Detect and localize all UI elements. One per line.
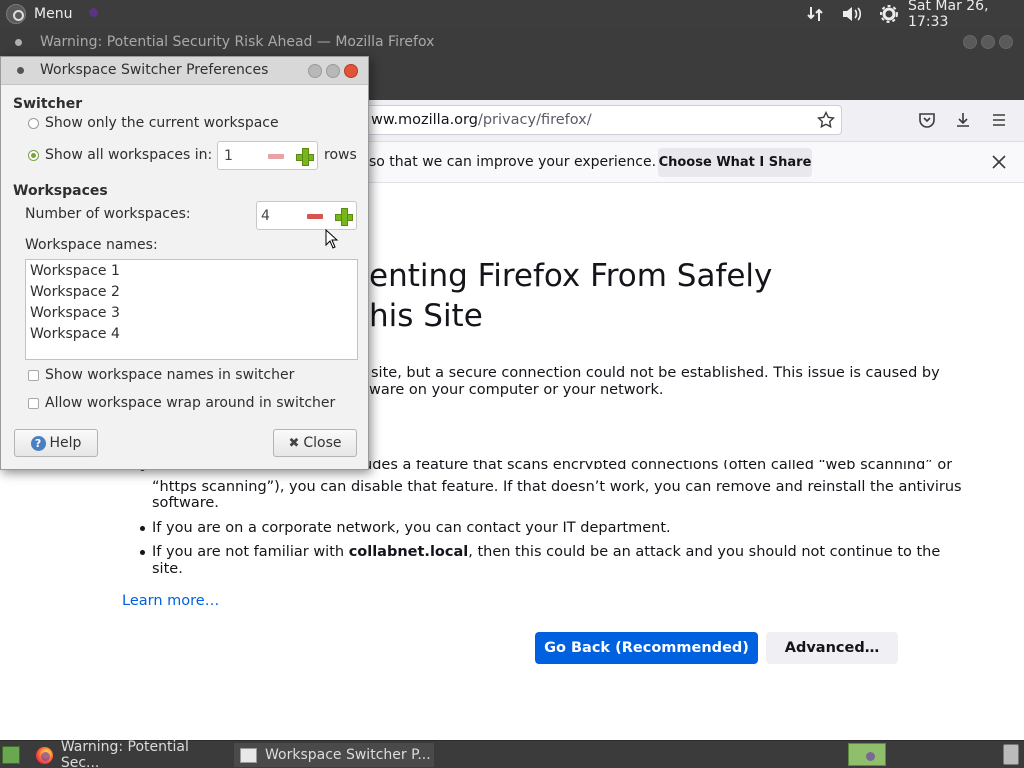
radio-all-workspaces[interactable] [28, 150, 39, 161]
taskbar: Warning: Potential Sec... Workspace Swit… [0, 739, 1024, 768]
bullet-dot [140, 550, 145, 555]
choose-what-i-share-button[interactable]: Choose What I Share [658, 148, 812, 177]
workspace-names-list[interactable]: Workspace 1 Workspace 2 Workspace 3 Work… [25, 259, 358, 360]
firefox-window-title: Warning: Potential Security Risk Ahead —… [40, 34, 435, 50]
maximize-icon[interactable] [326, 64, 340, 78]
downloads-icon[interactable] [954, 111, 972, 133]
help-icon: ? [30, 435, 46, 451]
bullet3-post: , then this could be an attack and you s… [468, 544, 941, 560]
list-item[interactable]: Workspace 4 [30, 326, 120, 342]
task-firefox-label: Warning: Potential Sec... [60, 739, 189, 768]
help-label: Help [49, 435, 82, 451]
workspaces-heading: Workspaces [13, 183, 108, 199]
url-host: ww.mozilla.org [371, 112, 478, 128]
close-icon[interactable] [344, 64, 358, 78]
list-item[interactable]: Workspace 3 [30, 305, 120, 321]
volume-icon[interactable] [841, 4, 863, 24]
switcher-heading: Switcher [13, 96, 83, 112]
url-path: /privacy/firefox/ [477, 112, 592, 128]
bullet1-line2: “https scanning”), you can disable that … [152, 479, 962, 495]
bookmark-star-icon[interactable] [816, 110, 836, 133]
url-bar[interactable]: ww.mozilla.org/privacy/firefox/ [360, 105, 842, 135]
workspaces-increment-button[interactable] [330, 204, 356, 228]
window-menu-icon[interactable] [15, 39, 22, 46]
linux-mint-menu-icon [6, 4, 26, 24]
intro-line2: ware on your computer or your network. [369, 382, 664, 398]
bullet3: If you are not familiar with collabnet.l… [152, 544, 940, 561]
num-workspaces-value[interactable]: 4 [261, 208, 270, 224]
show-desktop-icon[interactable] [2, 746, 20, 764]
close-notification-icon[interactable] [991, 154, 1007, 174]
dialog-window-icon [240, 747, 257, 763]
trash-icon[interactable] [1003, 744, 1019, 765]
wrap-around-label[interactable]: Allow workspace wrap around in switcher [45, 395, 335, 411]
minimize-icon[interactable] [308, 64, 322, 78]
firefox-icon [36, 746, 53, 764]
minimize-icon[interactable] [963, 35, 977, 49]
menu-label: Menu [34, 6, 73, 22]
dialog-title: Workspace Switcher Preferences [40, 62, 269, 78]
option-current-label[interactable]: Show only the current workspace [45, 115, 279, 131]
rows-increment-button[interactable] [291, 144, 317, 168]
task-workspace-switcher[interactable]: Workspace Switcher P... [234, 743, 434, 767]
list-item[interactable]: Workspace 2 [30, 284, 120, 300]
num-workspaces-label: Number of workspaces: [25, 206, 191, 222]
learn-more-link[interactable]: Learn more… [122, 593, 219, 610]
bullet3-pre: If you are not familiar with [152, 544, 349, 560]
dialog-menu-icon[interactable] [17, 67, 24, 74]
wrap-around-checkbox[interactable] [28, 398, 39, 409]
bullet1-line3: software. [152, 495, 219, 511]
top-panel: Menu Sat Mar 26, 17:33 [0, 0, 1024, 30]
bullet-dot [140, 526, 145, 531]
clock[interactable]: Sat Mar 26, 17:33 [908, 0, 1024, 30]
intro-line1: site, but a secure connection could not … [371, 365, 940, 381]
workspace-switcher-applet[interactable] [848, 743, 886, 766]
settings-gear-icon[interactable] [880, 4, 898, 24]
network-icon[interactable] [806, 4, 824, 24]
menu-button[interactable]: Menu [6, 3, 72, 25]
hamburger-menu-icon[interactable] [991, 112, 1007, 131]
close-icon[interactable] [999, 35, 1013, 49]
advanced-button[interactable]: Advanced… [766, 632, 898, 664]
mouse-cursor-icon [325, 229, 339, 249]
task-firefox[interactable]: Warning: Potential Sec... [30, 739, 230, 768]
rows-spinbutton[interactable]: 1 [217, 141, 318, 170]
show-names-checkbox[interactable] [28, 370, 39, 381]
pocket-icon[interactable] [918, 111, 936, 133]
notification-text: so that we can improve your experience. [369, 154, 657, 170]
list-item[interactable]: Workspace 1 [30, 263, 120, 279]
bullet3-line2: site. [152, 561, 183, 577]
task-switcher-label: Workspace Switcher P... [265, 747, 431, 763]
close-label: Close [303, 435, 342, 451]
workspaces-decrement-button[interactable] [302, 204, 328, 228]
help-button[interactable]: ? Help [14, 429, 98, 457]
close-button[interactable]: ✖ Close [273, 429, 357, 457]
option-all-label[interactable]: Show all workspaces in: [45, 147, 212, 163]
go-back-button[interactable]: Go Back (Recommended) [535, 632, 758, 664]
workspace-switcher-dialog: Workspace Switcher Preferences Switcher … [0, 56, 369, 470]
rows-decrement-button[interactable] [263, 144, 289, 168]
rows-value[interactable]: 1 [224, 148, 233, 164]
close-x-icon: ✖ [288, 435, 300, 451]
dialog-titlebar[interactable]: Workspace Switcher Preferences [1, 57, 368, 85]
radio-current-workspace[interactable] [28, 118, 39, 129]
maximize-icon[interactable] [981, 35, 995, 49]
workspaces-spinbutton[interactable]: 4 [256, 201, 357, 230]
rows-suffix: rows [324, 147, 357, 163]
error-title-line2: his Site [369, 298, 483, 334]
bullet2: If you are on a corporate network, you c… [152, 520, 671, 536]
bullet3-host: collabnet.local [348, 544, 469, 560]
workspace-names-label: Workspace names: [25, 237, 158, 253]
firefox-titlebar[interactable]: Warning: Potential Security Risk Ahead —… [0, 28, 1024, 56]
error-title-line1: enting Firefox From Safely [369, 258, 773, 294]
show-names-label[interactable]: Show workspace names in switcher [45, 367, 294, 383]
